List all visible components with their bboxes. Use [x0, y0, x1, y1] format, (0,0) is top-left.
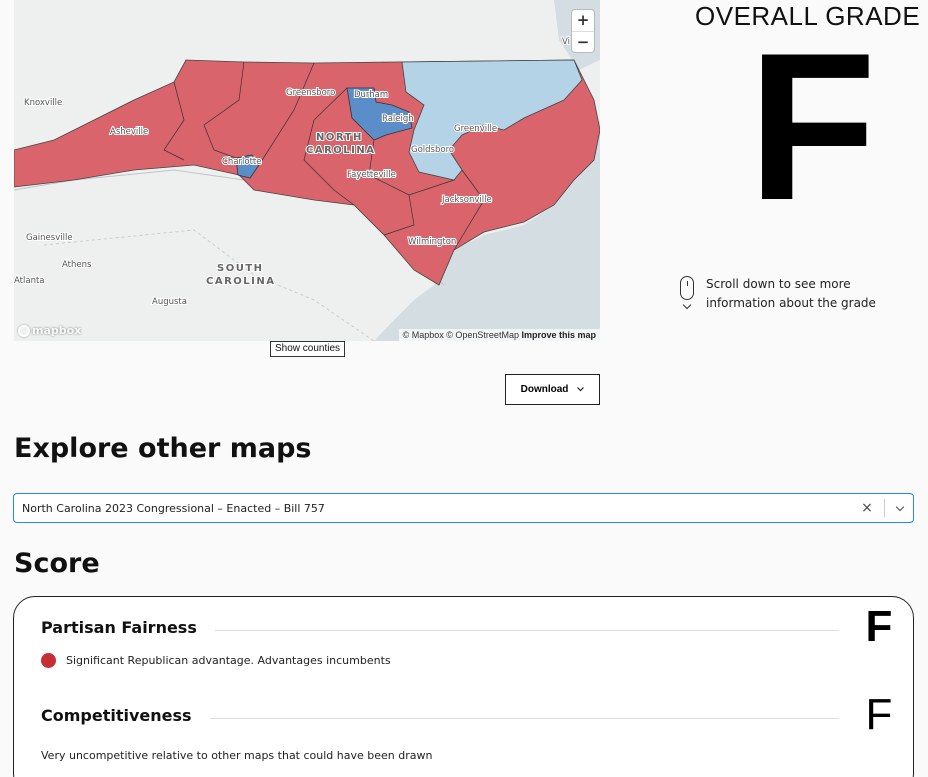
zoom-in-button[interactable]: +: [572, 10, 594, 31]
map-label-durham: Durham: [354, 90, 388, 100]
map-label-atlanta: Atlanta: [14, 276, 45, 286]
score-heading: Score: [14, 548, 100, 579]
attribution-osm-link[interactable]: © OpenStreetMap: [446, 330, 519, 340]
scroll-hint-text: Scroll down to see more information abou…: [706, 277, 876, 310]
map-label-gainesville: Gainesville: [26, 233, 73, 243]
map-attribution: © Mapbox © OpenStreetMap Improve this ma…: [398, 329, 600, 341]
metric-description: Significant Republican advantage. Advant…: [66, 654, 391, 667]
map-canvas[interactable]: Knoxville Asheville Greensboro Durham Ra…: [14, 0, 600, 341]
divider: [214, 629, 839, 631]
metric-description: Very uncompetitive relative to other map…: [41, 749, 433, 762]
map-label-fayetteville: Fayetteville: [347, 170, 396, 180]
map-label-asheville: Asheville: [110, 127, 148, 137]
map-label-raleigh: Raleigh: [382, 114, 414, 124]
map-label-wilmington: Wilmington: [408, 237, 456, 247]
map-label-augusta: Augusta: [152, 297, 187, 307]
mapbox-logo-icon: [18, 324, 30, 337]
download-label: Download: [520, 384, 569, 395]
map-label-goldsboro: Goldsboro: [411, 145, 454, 155]
improve-map-link[interactable]: Improve this map: [521, 330, 596, 340]
score-card: Partisan Fairness F Significant Republic…: [13, 596, 914, 777]
chevron-down-icon[interactable]: [891, 494, 913, 522]
map-label-knoxville: Knoxville: [24, 98, 62, 108]
map-label-jacksonville: Jacksonville: [441, 195, 492, 205]
attribution-mapbox-link[interactable]: © Mapbox: [403, 330, 444, 340]
zoom-out-button[interactable]: −: [572, 31, 594, 52]
mouse-scroll-icon: [680, 276, 694, 300]
chevron-down-icon: [682, 300, 692, 310]
metric-competitiveness: Competitiveness F Very uncompetitive rel…: [41, 690, 901, 763]
overall-grade-letter: F: [748, 9, 877, 244]
map-select-value: North Carolina 2023 Congressional – Enac…: [22, 501, 325, 515]
map-select-dropdown[interactable]: North Carolina 2023 Congressional – Enac…: [13, 493, 914, 523]
map-label-athens: Athens: [62, 260, 92, 270]
mapbox-logo[interactable]: mapbox: [18, 324, 81, 337]
republican-advantage-dot-icon: [41, 653, 56, 668]
divider: [209, 717, 839, 719]
metric-name: Competitiveness: [41, 705, 192, 725]
map-label-nc-1: NORTH: [316, 132, 363, 143]
show-counties-button[interactable]: Show counties: [270, 341, 346, 357]
chevron-down-icon: [577, 387, 585, 392]
scroll-hint: Scroll down to see more information abou…: [680, 275, 886, 313]
map-label-nc-2: CAROLINA: [306, 145, 375, 156]
metric-partisan-fairness: Partisan Fairness F Significant Republic…: [41, 605, 901, 668]
map-label-sc-1: SOUTH: [217, 263, 264, 274]
explore-heading: Explore other maps: [14, 433, 312, 464]
download-button[interactable]: Download: [505, 374, 600, 405]
map-label-virginia: Vi: [562, 37, 570, 47]
metric-grade: F: [865, 690, 893, 739]
mapbox-logo-text: mapbox: [32, 324, 82, 337]
map-label-greenville: Greenville: [454, 124, 497, 134]
map-label-charlotte: Charlotte: [222, 157, 261, 167]
select-separator: [884, 499, 885, 517]
map-label-sc-2: CAROLINA: [206, 276, 275, 287]
metric-grade: F: [865, 602, 893, 651]
metric-name: Partisan Fairness: [41, 617, 197, 637]
zoom-control: + −: [572, 10, 594, 52]
map-label-greensboro: Greensboro: [286, 88, 335, 98]
clear-selection-icon[interactable]: ×: [856, 500, 878, 516]
district-map[interactable]: Knoxville Asheville Greensboro Durham Ra…: [14, 0, 600, 341]
